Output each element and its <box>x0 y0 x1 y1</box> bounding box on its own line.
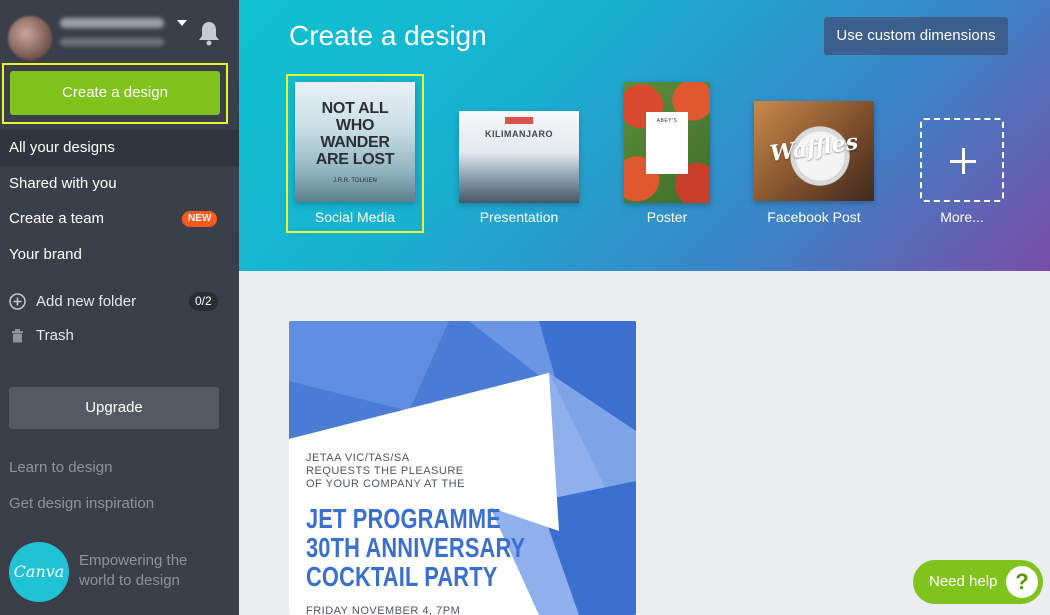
need-help-button[interactable]: Need help ? <box>913 560 1043 604</box>
learn-to-design-link[interactable]: Learn to design <box>9 459 112 476</box>
user-menu[interactable] <box>0 0 239 62</box>
help-label: Need help <box>929 573 998 590</box>
trash-icon <box>12 329 23 343</box>
thumbnail-text: ABEY'S <box>656 118 678 124</box>
new-badge: NEW <box>182 211 218 227</box>
page-title: Create a design <box>289 20 487 51</box>
trash-label: Trash <box>36 327 74 344</box>
design-intro-text: JETAA VIC/TAS/SA REQUESTS THE PLEASURE O… <box>306 452 465 490</box>
presentation-thumbnail[interactable]: KILIMANJARO <box>459 111 579 203</box>
template-label: Social Media <box>314 209 396 225</box>
thumbnail-tag <box>505 117 533 124</box>
design-card[interactable]: JETAA VIC/TAS/SA REQUESTS THE PLEASURE O… <box>289 321 636 615</box>
sidebar-item-brand[interactable]: Your brand <box>0 237 239 273</box>
sidebar-nav: All your designs Shared with you Create … <box>0 130 253 273</box>
sidebar-item-shared[interactable]: Shared with you <box>0 166 239 202</box>
custom-dimensions-button[interactable]: Use custom dimensions <box>824 17 1008 55</box>
facebook-post-thumbnail[interactable]: Waffles <box>754 101 874 201</box>
template-label: More... <box>940 209 984 225</box>
upgrade-button[interactable]: Upgrade <box>9 387 219 429</box>
user-handle-blurred <box>60 38 164 46</box>
thumbnail-text: KILIMANJARO <box>485 129 553 139</box>
bell-icon[interactable] <box>198 20 220 46</box>
create-design-button[interactable]: Create a design <box>10 71 220 115</box>
design-inspiration-link[interactable]: Get design inspiration <box>9 495 154 512</box>
sidebar-item-label: Create a team <box>9 210 105 227</box>
more-templates-button[interactable] <box>920 118 1004 202</box>
chevron-down-icon[interactable] <box>177 20 187 26</box>
canva-logo: Canva <box>9 542 69 602</box>
add-folder-button[interactable]: Add new folder 0/2 <box>0 284 239 318</box>
folder-count-badge: 0/2 <box>189 292 218 311</box>
create-design-highlight: Create a design <box>2 63 228 124</box>
sidebar-item-label: All your designs <box>9 139 115 156</box>
sidebar-item-label: Shared with you <box>9 174 117 192</box>
thumbnail-subtext: J.R.R. TOLKIEN <box>333 178 377 184</box>
add-folder-label: Add new folder <box>36 293 137 310</box>
sidebar-item-all-designs[interactable]: All your designs <box>0 130 253 166</box>
tagline: Empowering the world to design <box>79 552 188 589</box>
thumbnail-text: NOT ALL WHO WANDER ARE LOST <box>315 100 395 168</box>
sidebar-item-create-team[interactable]: Create a team NEW <box>0 201 239 237</box>
thumbnail-text: Waffles <box>768 128 860 168</box>
template-label: Facebook Post <box>767 209 861 225</box>
avatar[interactable] <box>8 16 52 60</box>
template-label: Presentation <box>479 209 559 225</box>
sidebar: Create a design All your designs Shared … <box>0 0 253 615</box>
template-label: Poster <box>646 209 688 225</box>
social-media-thumbnail[interactable]: NOT ALL WHO WANDER ARE LOST J.R.R. TOLKI… <box>295 82 415 202</box>
user-name-blurred <box>60 18 164 28</box>
plus-circle-icon <box>9 293 26 310</box>
sidebar-item-label: Your brand <box>9 245 82 263</box>
poster-thumbnail[interactable]: ABEY'S <box>624 82 710 203</box>
poster-card: ABEY'S <box>646 112 688 174</box>
design-headline: JET PROGRAMME 30TH ANNIVERSARY COCKTAIL … <box>306 503 526 592</box>
plus-icon-bar <box>950 160 976 163</box>
question-icon: ? <box>1006 566 1038 598</box>
design-date-text: FRIDAY NOVEMBER 4, 7PM <box>306 605 461 615</box>
trash-button[interactable]: Trash <box>0 318 239 352</box>
create-design-header: Create a design Use custom dimensions NO… <box>239 0 1050 271</box>
